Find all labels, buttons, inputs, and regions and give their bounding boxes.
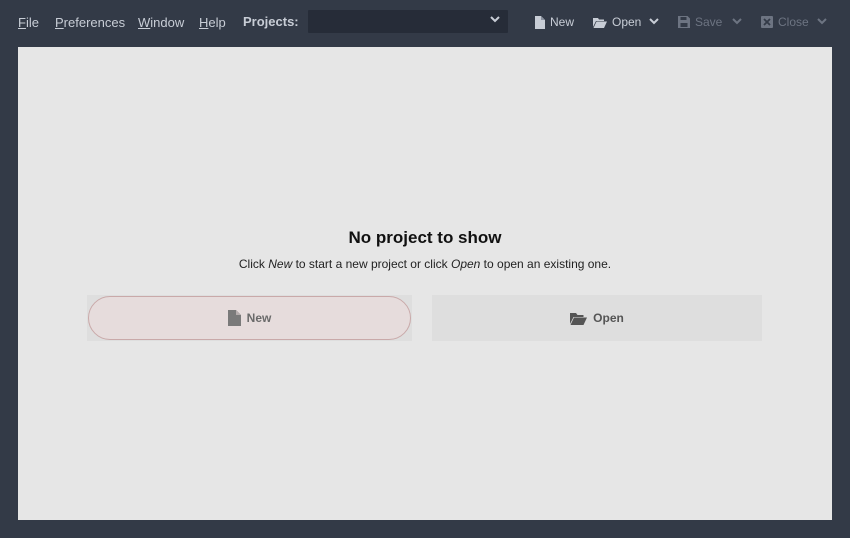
toolbar-close-button[interactable]: Close — [761, 13, 809, 31]
toolbar-save-label: Save — [695, 15, 723, 29]
new-project-button-container: New — [87, 295, 412, 341]
open-menu-chevron-icon[interactable] — [649, 18, 659, 25]
menu-file[interactable]: File — [18, 15, 39, 31]
menu-preferences[interactable]: Preferences — [55, 15, 125, 31]
toolbar-new-label: New — [550, 15, 575, 29]
empty-state-description: Click New to start a new project or clic… — [238, 257, 612, 271]
projects-dropdown[interactable] — [308, 10, 508, 33]
new-project-button-label: New — [246, 311, 272, 325]
toolbar-new-button[interactable]: New — [535, 13, 574, 31]
open-project-button-label: Open — [593, 311, 624, 325]
new-project-button[interactable]: New — [88, 296, 411, 340]
menu-window[interactable]: Window — [138, 15, 184, 31]
folder-open-icon — [570, 312, 588, 325]
floppy-icon — [678, 16, 690, 28]
empty-state-title: No project to show — [348, 228, 502, 247]
save-menu-chevron-icon[interactable] — [732, 18, 742, 25]
close-menu-chevron-icon[interactable] — [817, 18, 827, 25]
chevron-down-icon — [490, 16, 500, 23]
toolbar-open-button[interactable]: Open — [593, 13, 641, 31]
projects-label: Projects: — [243, 14, 299, 29]
top-bar: File Preferences Window Help Projects: N… — [0, 0, 850, 46]
menu-help[interactable]: Help — [199, 15, 226, 31]
toolbar-save-button[interactable]: Save — [678, 13, 722, 31]
main-panel: No project to show Click New to start a … — [18, 47, 832, 520]
toolbar-close-label: Close — [778, 15, 809, 29]
file-icon — [227, 310, 241, 326]
folder-open-icon — [593, 17, 607, 28]
toolbar-open-label: Open — [612, 15, 642, 29]
close-box-icon — [761, 16, 773, 28]
file-icon — [535, 15, 545, 29]
open-project-button[interactable]: Open — [432, 295, 762, 341]
